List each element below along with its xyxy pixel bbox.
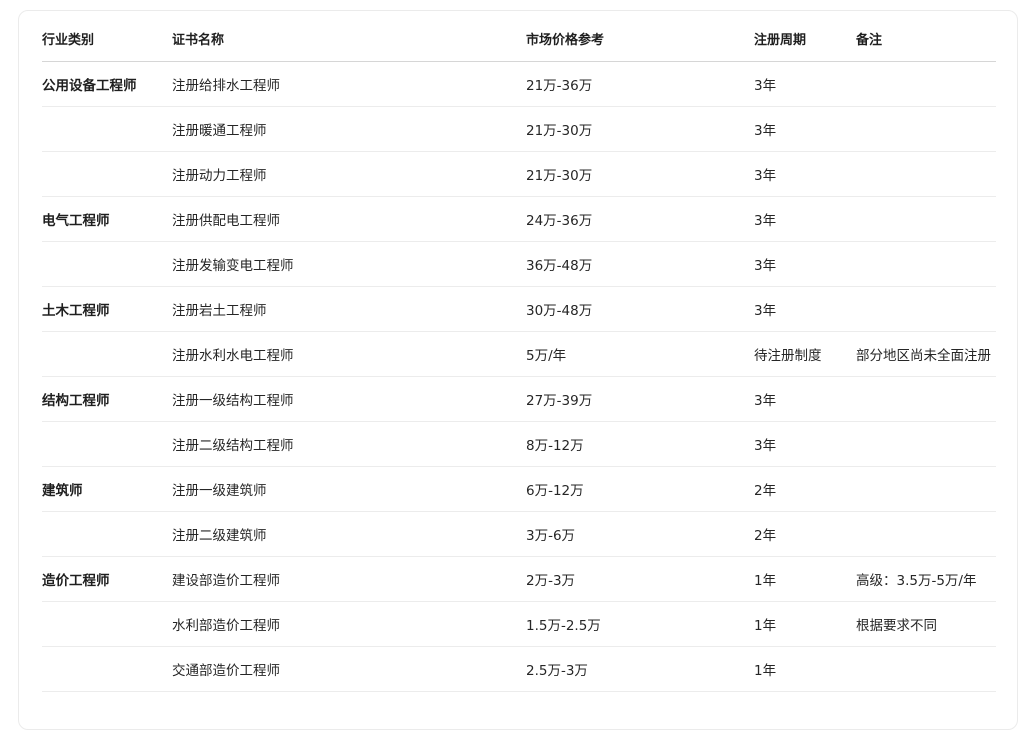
cell-market-price: 2.5万-3万 [526,646,754,692]
cell-registration-cycle: 2年 [754,511,856,557]
cell-notes [856,286,996,332]
table-row: 注册水利水电工程师 5万/年 待注册制度 部分地区尚未全面注册 [42,331,996,377]
table-row: 注册发输变电工程师 36万-48万 3年 [42,241,996,287]
cell-notes [856,241,996,287]
cell-market-price: 5万/年 [526,331,754,377]
cell-category [42,511,172,557]
table-row: 土木工程师 注册岩土工程师 30万-48万 3年 [42,286,996,332]
header-category: 行业类别 [42,16,172,62]
cell-notes [856,421,996,467]
cell-notes [856,646,996,692]
cell-market-price: 21万-30万 [526,151,754,197]
cell-market-price: 21万-36万 [526,61,754,107]
cell-registration-cycle: 3年 [754,196,856,242]
cell-notes [856,511,996,557]
cell-notes: 高级：3.5万-5万/年 [856,556,996,602]
cell-certificate-name: 注册岩土工程师 [172,286,526,332]
cell-category [42,331,172,377]
cell-certificate-name: 注册水利水电工程师 [172,331,526,377]
cell-registration-cycle: 3年 [754,106,856,152]
cell-certificate-name: 注册发输变电工程师 [172,241,526,287]
cell-certificate-name: 交通部造价工程师 [172,646,526,692]
cell-certificate-name: 注册给排水工程师 [172,61,526,107]
header-notes: 备注 [856,16,996,62]
cell-certificate-name: 注册动力工程师 [172,151,526,197]
cell-market-price: 3万-6万 [526,511,754,557]
table-row: 建筑师 注册一级建筑师 6万-12万 2年 [42,466,996,512]
table-row: 电气工程师 注册供配电工程师 24万-36万 3年 [42,196,996,242]
cell-registration-cycle: 3年 [754,376,856,422]
cell-market-price: 6万-12万 [526,466,754,512]
cell-category: 电气工程师 [42,196,172,242]
cell-registration-cycle: 待注册制度 [754,331,856,377]
cell-certificate-name: 注册一级建筑师 [172,466,526,512]
cell-registration-cycle: 2年 [754,466,856,512]
cell-notes: 根据要求不同 [856,601,996,647]
cell-registration-cycle: 1年 [754,646,856,692]
cell-registration-cycle: 3年 [754,286,856,332]
cell-certificate-name: 注册二级结构工程师 [172,421,526,467]
cell-notes: 部分地区尚未全面注册 [856,331,996,377]
header-market-price: 市场价格参考 [526,16,754,62]
cell-notes [856,106,996,152]
header-row: 行业类别 证书名称 市场价格参考 注册周期 备注 [42,16,996,62]
cell-registration-cycle: 3年 [754,421,856,467]
certificate-price-table: 行业类别 证书名称 市场价格参考 注册周期 备注 公用设备工程师 注册给排水工程师… [42,16,996,692]
table-row: 水利部造价工程师 1.5万-2.5万 1年 根据要求不同 [42,601,996,647]
cell-category: 造价工程师 [42,556,172,602]
cell-notes [856,61,996,107]
cell-notes [856,376,996,422]
cell-registration-cycle: 3年 [754,241,856,287]
cell-certificate-name: 水利部造价工程师 [172,601,526,647]
cell-category: 结构工程师 [42,376,172,422]
cell-certificate-name: 建设部造价工程师 [172,556,526,602]
cell-market-price: 36万-48万 [526,241,754,287]
header-registration-cycle: 注册周期 [754,16,856,62]
cell-notes [856,466,996,512]
cell-notes [856,196,996,242]
cell-certificate-name: 注册暖通工程师 [172,106,526,152]
table-row: 注册动力工程师 21万-30万 3年 [42,151,996,197]
cell-registration-cycle: 1年 [754,556,856,602]
cell-certificate-name: 注册二级建筑师 [172,511,526,557]
cell-category [42,601,172,647]
cell-market-price: 1.5万-2.5万 [526,601,754,647]
cell-category [42,151,172,197]
cell-category [42,421,172,467]
cell-category: 公用设备工程师 [42,61,172,107]
cell-market-price: 8万-12万 [526,421,754,467]
table-body: 公用设备工程师 注册给排水工程师 21万-36万 3年 注册暖通工程师 21万-30万 3年… [42,61,996,692]
table-row: 结构工程师 注册一级结构工程师 27万-39万 3年 [42,376,996,422]
header-certificate-name: 证书名称 [172,16,526,62]
cell-market-price: 21万-30万 [526,106,754,152]
cell-certificate-name: 注册供配电工程师 [172,196,526,242]
cell-registration-cycle: 1年 [754,601,856,647]
table-card: 行业类别 证书名称 市场价格参考 注册周期 备注 公用设备工程师 注册给排水工程师… [18,10,1018,730]
cell-notes [856,151,996,197]
cell-certificate-name: 注册一级结构工程师 [172,376,526,422]
table-row: 注册二级结构工程师 8万-12万 3年 [42,421,996,467]
cell-category [42,646,172,692]
cell-category [42,241,172,287]
cell-category: 土木工程师 [42,286,172,332]
cell-registration-cycle: 3年 [754,61,856,107]
table-row: 造价工程师 建设部造价工程师 2万-3万 1年 高级：3.5万-5万/年 [42,556,996,602]
cell-market-price: 27万-39万 [526,376,754,422]
cell-category [42,106,172,152]
table-row: 公用设备工程师 注册给排水工程师 21万-36万 3年 [42,61,996,107]
cell-market-price: 24万-36万 [526,196,754,242]
cell-category: 建筑师 [42,466,172,512]
cell-market-price: 2万-3万 [526,556,754,602]
table-row: 交通部造价工程师 2.5万-3万 1年 [42,646,996,692]
cell-registration-cycle: 3年 [754,151,856,197]
cell-market-price: 30万-48万 [526,286,754,332]
table-row: 注册暖通工程师 21万-30万 3年 [42,106,996,152]
table-header: 行业类别 证书名称 市场价格参考 注册周期 备注 [42,16,996,62]
table-row: 注册二级建筑师 3万-6万 2年 [42,511,996,557]
